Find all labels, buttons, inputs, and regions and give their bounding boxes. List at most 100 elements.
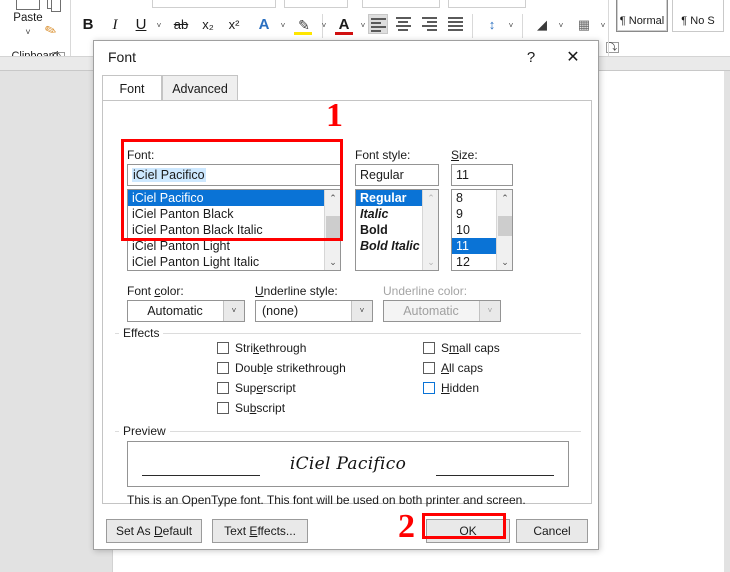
text-effects-chevron-down-icon[interactable]: ˅: [276, 13, 290, 37]
tab-font[interactable]: Font: [102, 75, 162, 101]
font-list-scrollbar[interactable]: ⌃ ⌄: [324, 190, 340, 270]
align-center-button[interactable]: [394, 14, 414, 34]
scroll-down-icon[interactable]: ⌄: [497, 254, 512, 270]
checkbox-box[interactable]: [217, 362, 229, 374]
font-color-swatch: [335, 32, 353, 35]
chevron-down-icon[interactable]: ˅: [223, 301, 244, 321]
font-size-listbox[interactable]: 8 9 10 11 12 ⌃ ⌄: [451, 189, 513, 271]
font-size-input[interactable]: 11: [451, 164, 513, 186]
scroll-up-icon[interactable]: ⌃: [497, 190, 512, 206]
set-as-default-label: Set As Default: [115, 524, 193, 538]
font-size-box[interactable]: [284, 0, 348, 8]
strikethrough-button[interactable]: ab: [168, 13, 194, 37]
underline-style-label: Underline style:: [255, 284, 338, 298]
set-as-default-button[interactable]: Set As Default: [106, 519, 202, 543]
borders-button[interactable]: ▦: [572, 13, 596, 37]
cancel-button[interactable]: Cancel: [516, 519, 588, 543]
style-name: ¶ No S: [681, 15, 715, 27]
preview-sample-text: iCiel Pacifico: [289, 454, 407, 474]
checkbox-box[interactable]: [217, 402, 229, 414]
font-style-scrollbar[interactable]: ⌃ ⌄: [422, 190, 438, 270]
checkbox-label: Small caps: [441, 341, 500, 355]
font-name-input[interactable]: iCiel Pacifico: [127, 164, 341, 186]
ribbon-group-styles: AaBbCcDc ¶ Normal AaBb ¶ No S: [612, 0, 730, 56]
subscript-button[interactable]: x₂: [196, 13, 220, 37]
style-name: ¶ Normal: [619, 15, 665, 27]
preview-frame: iCiel Pacifico: [127, 441, 569, 487]
checkbox-box[interactable]: [423, 382, 435, 394]
list-item[interactable]: iCiel Panton Black: [128, 206, 340, 222]
style-tile-no-spacing[interactable]: AaBb ¶ No S: [672, 0, 724, 32]
numbering-box[interactable]: [448, 0, 526, 8]
font-style-value: Regular: [360, 168, 404, 182]
close-icon[interactable]: ✕: [560, 47, 586, 69]
font-style-listbox[interactable]: Regular Italic Bold Bold Italic ⌃ ⌄: [355, 189, 439, 271]
paste-icon: [16, 0, 40, 10]
highlighter-icon: ✎: [298, 17, 310, 33]
font-name-box[interactable]: [152, 0, 276, 8]
superscript-button[interactable]: x²: [222, 13, 246, 37]
align-right-button[interactable]: [420, 14, 440, 34]
font-color-label: Font color:: [127, 284, 184, 298]
underline-style-combo[interactable]: (none) ˅: [255, 300, 373, 322]
shading-chevron-down-icon[interactable]: ˅: [554, 13, 568, 37]
font-color-combo[interactable]: Automatic ˅: [127, 300, 245, 322]
preview-note: This is an OpenType font. This font will…: [127, 493, 526, 507]
ribbon-divider: [472, 14, 473, 38]
font-dialog: Font ? ✕ Font Advanced Font: iCiel Pacif…: [93, 40, 599, 550]
line-spacing-chevron-down-icon[interactable]: ˅: [504, 13, 518, 37]
scroll-up-icon[interactable]: ⌃: [423, 190, 438, 206]
tab-advanced-label: Advanced: [172, 82, 228, 96]
underline-button[interactable]: U: [130, 13, 152, 37]
help-icon[interactable]: ?: [519, 47, 543, 69]
font-style-input[interactable]: Regular: [355, 164, 439, 186]
font-name-value: iCiel Pacifico: [132, 168, 206, 182]
underline-color-combo: Automatic ˅: [383, 300, 501, 322]
list-item[interactable]: iCiel Pacifico: [128, 190, 340, 206]
line-spacing-button[interactable]: ↕: [480, 13, 504, 37]
checkbox-box[interactable]: [423, 362, 435, 374]
checkbox-box[interactable]: [217, 342, 229, 354]
ok-button[interactable]: OK: [426, 519, 510, 543]
list-item[interactable]: iCiel Panton Black Italic: [128, 222, 340, 238]
font-name-listbox[interactable]: iCiel Pacifico iCiel Panton Black iCiel …: [127, 189, 341, 271]
preview-rule-left: [142, 475, 260, 476]
dialog-title: Font: [108, 49, 137, 65]
align-justify-button[interactable]: [446, 14, 466, 34]
effects-group: Effects: [115, 326, 581, 421]
scrollbar-thumb[interactable]: [326, 216, 340, 238]
shading-button[interactable]: ◢: [530, 13, 554, 37]
checkbox-box[interactable]: [423, 342, 435, 354]
scroll-down-icon[interactable]: ⌄: [423, 254, 438, 270]
checkbox-label: Hidden: [441, 381, 480, 395]
tab-advanced[interactable]: Advanced: [162, 75, 238, 101]
font-size-value: 11: [456, 168, 469, 182]
highlight-chevron-down-icon[interactable]: ˅: [317, 13, 331, 37]
copy-icon[interactable]: [47, 0, 63, 14]
style-tile-normal[interactable]: AaBbCcDc ¶ Normal: [616, 0, 668, 32]
scrollbar-thumb[interactable]: [498, 216, 512, 236]
preview-rule-right: [436, 475, 554, 476]
dialog-tabstrip: Font Advanced: [94, 75, 598, 101]
align-left-button[interactable]: [368, 14, 388, 34]
font-name-label: Font:: [127, 148, 155, 162]
underline-chevron-down-icon[interactable]: ˅: [152, 13, 166, 37]
chevron-down-icon[interactable]: ˅: [351, 301, 372, 321]
font-size-scrollbar[interactable]: ⌃ ⌄: [496, 190, 512, 270]
italic-button[interactable]: I: [104, 13, 126, 37]
effects-group-title: Effects: [119, 326, 164, 340]
font-color-value: Automatic: [147, 304, 203, 318]
bullets-box[interactable]: [362, 0, 440, 8]
list-item[interactable]: iCiel Panton Light: [128, 238, 340, 254]
scroll-down-icon[interactable]: ⌄: [325, 254, 340, 270]
text-effects-button[interactable]: Text Effects...: [212, 519, 308, 543]
bold-button[interactable]: B: [77, 13, 99, 37]
scroll-up-icon[interactable]: ⌃: [325, 190, 340, 206]
text-effects-button[interactable]: A: [252, 13, 276, 37]
dialog-titlebar[interactable]: Font ? ✕: [94, 41, 598, 75]
checkbox-box[interactable]: [217, 382, 229, 394]
underline-color-label: Underline color:: [383, 284, 468, 298]
list-item[interactable]: iCiel Panton Light Italic: [128, 254, 340, 270]
checkbox-label: Double strikethrough: [235, 361, 346, 375]
highlight-color-swatch: [294, 32, 312, 35]
